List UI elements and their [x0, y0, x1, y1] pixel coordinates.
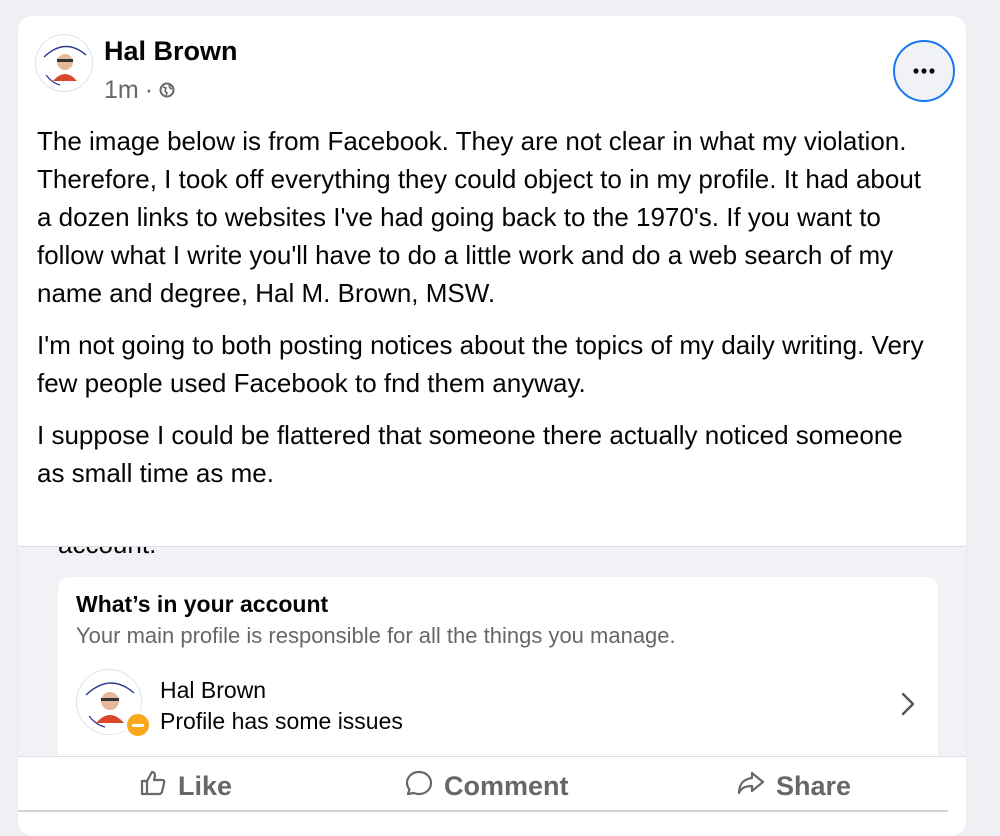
like-button[interactable]: Like [138, 767, 232, 805]
profile-name: Hal Brown [160, 677, 267, 703]
account-card-subtitle: Your main profile is responsible for all… [76, 623, 676, 648]
share-label: Share [776, 770, 852, 801]
post-paragraph: I suppose I could be flattered that some… [37, 420, 903, 488]
post-body: The image below is from Facebook. They a… [37, 122, 937, 506]
comment-bubble-icon [404, 768, 434, 805]
meta-separator: · [144, 76, 154, 104]
divider [18, 810, 948, 812]
comment-button[interactable]: Comment [404, 767, 569, 805]
cut-off-text: account. [58, 547, 156, 560]
author-avatar[interactable] [35, 34, 93, 92]
account-card-title: What’s in your account [76, 591, 329, 617]
more-dots-icon [912, 62, 936, 80]
thumbs-up-icon [138, 768, 168, 805]
post-time[interactable]: 1m [104, 76, 139, 105]
more-options-button[interactable] [893, 40, 955, 102]
post-paragraph: The image below is from Facebook. They a… [37, 126, 922, 308]
author-name[interactable]: Hal Brown [104, 36, 238, 67]
account-card: What’s in your account Your main profile… [58, 577, 938, 756]
post-paragraph: I'm not going to both posting notices ab… [37, 330, 924, 398]
chevron-right-icon [896, 689, 920, 719]
shared-screenshot[interactable]: account. What’s in your account Your mai… [18, 546, 966, 756]
globe-icon [159, 76, 175, 105]
post-actions-bar: Like Comment Share [18, 756, 966, 813]
profile-status: Profile has some issues [160, 708, 403, 734]
post-meta: 1m · [104, 76, 175, 105]
comment-label: Comment [444, 770, 569, 801]
share-arrow-icon [736, 768, 766, 805]
like-label: Like [178, 770, 233, 801]
share-button[interactable]: Share [736, 767, 851, 805]
warning-badge-icon [124, 711, 152, 739]
